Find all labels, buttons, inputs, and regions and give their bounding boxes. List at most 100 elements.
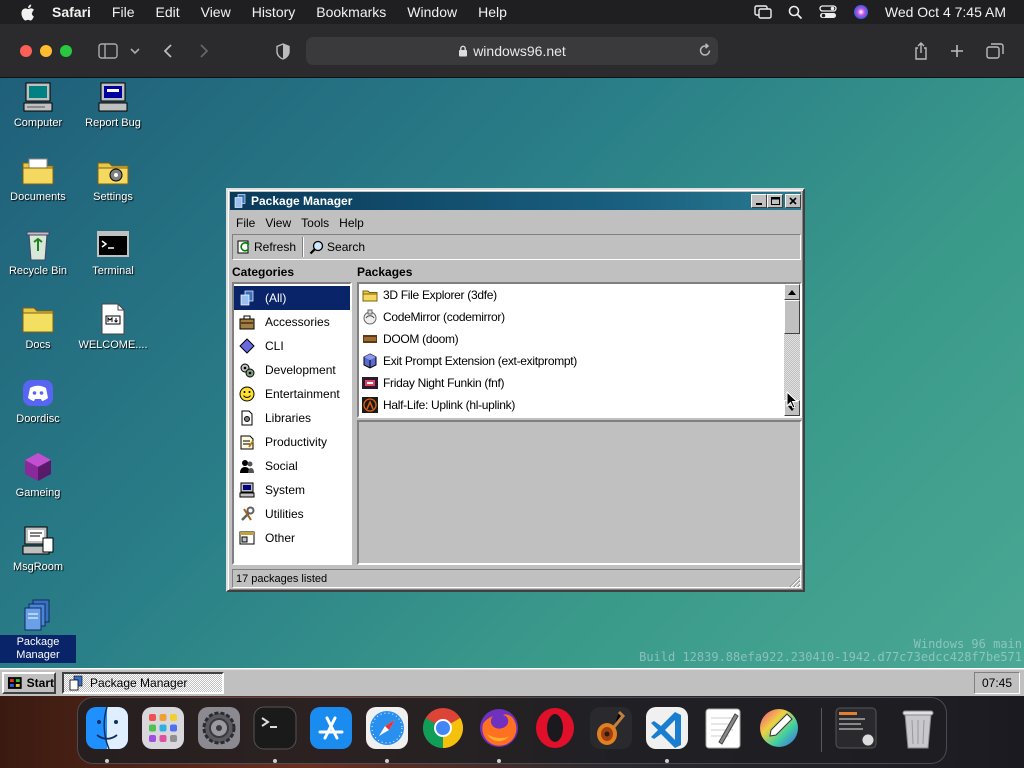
firefox-icon[interactable] <box>477 706 521 750</box>
accessories-icon <box>238 313 256 331</box>
package-label: DOOM (doom) <box>383 332 459 346</box>
zoom-window-button[interactable] <box>60 45 72 57</box>
documents-folder-icon <box>21 154 55 188</box>
desktop-icon-settings[interactable]: Settings <box>75 154 151 204</box>
finder-icon[interactable] <box>85 706 129 750</box>
desktop-icon-docs[interactable]: Docs <box>0 302 76 352</box>
category-libraries[interactable]: Libraries <box>234 406 350 430</box>
garageband-icon[interactable] <box>589 706 633 750</box>
app-store-icon[interactable] <box>309 706 353 750</box>
siri-icon[interactable] <box>853 4 869 20</box>
desktop-icon-msgroom[interactable]: MsgRoom <box>0 524 76 574</box>
desktop-icon-recycle-bin[interactable]: Recycle Bin <box>0 228 76 278</box>
menu-view[interactable]: View <box>201 4 231 20</box>
package-doom[interactable]: DOOM (doom) <box>359 328 800 350</box>
docs-folder-icon <box>21 302 55 336</box>
menubar-clock[interactable]: Wed Oct 4 7:45 AM <box>885 4 1006 20</box>
menu-help[interactable]: Help <box>478 4 507 20</box>
category-label: Social <box>265 459 298 473</box>
search-button[interactable]: Search <box>305 236 370 258</box>
category-all[interactable]: (All) <box>234 286 350 310</box>
category-development[interactable]: Development <box>234 358 350 382</box>
launchpad-icon[interactable] <box>141 706 185 750</box>
scroll-thumb[interactable] <box>784 300 800 334</box>
reload-icon[interactable] <box>698 43 712 61</box>
trash-icon[interactable] <box>896 706 940 750</box>
close-button[interactable] <box>785 194 801 208</box>
minimize-button[interactable] <box>751 194 767 208</box>
menu-file[interactable]: File <box>112 4 135 20</box>
minimize-window-button[interactable] <box>40 45 52 57</box>
package-fnf[interactable]: Friday Night Funkin (fnf) <box>359 372 800 394</box>
desktop-icon-doordisc[interactable]: Doordisc <box>0 376 76 426</box>
chrome-icon[interactable] <box>421 706 465 750</box>
terminal-app-icon[interactable] <box>253 706 297 750</box>
maximize-button[interactable] <box>767 194 783 208</box>
share-icon[interactable] <box>912 40 930 62</box>
refresh-button[interactable]: Refresh <box>233 236 301 258</box>
desktop-icon-package-manager[interactable]: Package Manager <box>0 598 76 663</box>
address-bar[interactable]: windows96.net <box>306 37 718 65</box>
desktop-icon-documents[interactable]: Documents <box>0 154 76 204</box>
menu-window[interactable]: Window <box>407 4 457 20</box>
vscode-icon[interactable] <box>645 706 689 750</box>
desktop-icon-computer[interactable]: Computer <box>0 80 76 130</box>
privacy-shield-icon[interactable] <box>274 40 292 62</box>
apple-icon[interactable] <box>16 1 38 23</box>
category-accessories[interactable]: Accessories <box>234 310 350 334</box>
wmenu-tools[interactable]: Tools <box>297 216 335 230</box>
close-window-button[interactable] <box>20 45 32 57</box>
back-icon[interactable] <box>160 40 176 62</box>
wmenu-help[interactable]: Help <box>335 216 370 230</box>
wmenu-view[interactable]: View <box>261 216 297 230</box>
tab-overview-icon[interactable] <box>985 40 1005 62</box>
new-tab-icon[interactable] <box>948 40 966 62</box>
sidebar-toggle-icon[interactable] <box>96 40 120 62</box>
desktop-icon-terminal[interactable]: Terminal <box>75 228 151 278</box>
app-preview-icon[interactable] <box>834 706 878 750</box>
category-productivity[interactable]: Productivity <box>234 430 350 454</box>
forward-icon[interactable] <box>196 40 212 62</box>
category-utilities[interactable]: Utilities <box>234 502 350 526</box>
package-codemirror[interactable]: CodeMirror (codemirror) <box>359 306 800 328</box>
desktop-icon-report-bug[interactable]: Report Bug <box>75 80 151 130</box>
package-hl-uplink[interactable]: Half-Life: Uplink (hl-uplink) <box>359 394 800 416</box>
category-cli[interactable]: CLI <box>234 334 350 358</box>
safari-icon[interactable] <box>365 706 409 750</box>
menu-bookmarks[interactable]: Bookmarks <box>316 4 386 20</box>
screen-mirroring-icon[interactable] <box>754 5 772 19</box>
status-text: 17 packages listed <box>236 572 328 585</box>
scroll-up-button[interactable] <box>784 284 800 300</box>
desktop-icon-gameing[interactable]: Gameing <box>0 450 76 500</box>
system-settings-icon[interactable] <box>197 706 241 750</box>
menu-edit[interactable]: Edit <box>155 4 179 20</box>
package-ext-exitprompt[interactable]: Exit Prompt Extension (ext-exitprompt) <box>359 350 800 372</box>
menu-app-name[interactable]: Safari <box>52 4 91 20</box>
lock-icon <box>458 45 468 57</box>
other-window-icon <box>238 529 256 547</box>
resize-grip-icon[interactable] <box>789 576 801 588</box>
package-3dfe[interactable]: 3D File Explorer (3dfe) <box>359 284 800 306</box>
terminal-icon <box>96 228 130 262</box>
category-entertainment[interactable]: Entertainment <box>234 382 350 406</box>
menu-history[interactable]: History <box>252 4 296 20</box>
color-picker-icon[interactable] <box>757 706 801 750</box>
category-social[interactable]: Social <box>234 454 350 478</box>
opera-icon[interactable] <box>533 706 577 750</box>
taskbar-item-package-manager[interactable]: Package Manager <box>62 672 224 694</box>
computer-icon <box>21 80 55 114</box>
taskbar-clock[interactable]: 07:45 <box>974 672 1020 694</box>
desktop-icon-label: WELCOME.... <box>78 339 148 351</box>
control-center-icon[interactable] <box>819 5 837 19</box>
category-other[interactable]: Other <box>234 526 350 550</box>
start-button[interactable]: Start <box>2 672 56 694</box>
chevron-down-icon[interactable] <box>128 40 142 62</box>
wmenu-file[interactable]: File <box>232 216 261 230</box>
desktop-icon-label: MsgRoom <box>12 561 64 573</box>
category-system[interactable]: System <box>234 478 350 502</box>
spotlight-search-icon[interactable] <box>788 5 803 20</box>
running-indicator <box>105 759 109 763</box>
window-title-bar[interactable]: Package Manager <box>230 192 801 210</box>
desktop-icon-welcome[interactable]: WELCOME.... <box>75 302 151 352</box>
textedit-icon[interactable] <box>701 706 745 750</box>
